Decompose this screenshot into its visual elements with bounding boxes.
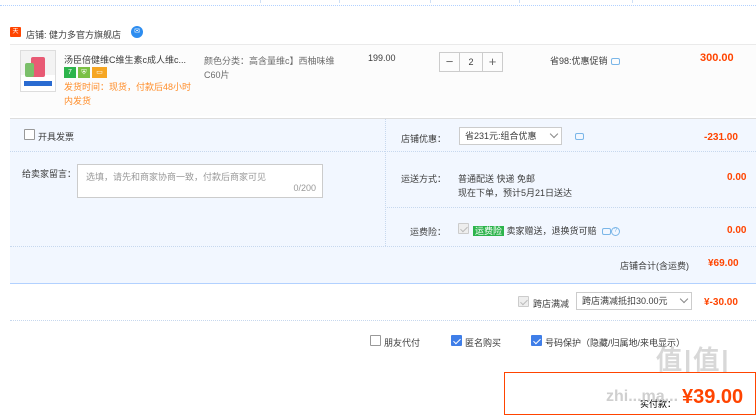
cross-store-checkbox[interactable]: [518, 296, 529, 307]
help-icon[interactable]: ?: [611, 227, 621, 237]
divider: [385, 119, 386, 246]
comment-icon[interactable]: [610, 58, 620, 66]
delivery-method: 普通配送 快递 免邮: [458, 174, 536, 184]
cross-store-label: 跨店满减: [533, 299, 570, 309]
quantity-stepper: − 2 +: [439, 52, 503, 72]
column-header-line: [0, 0, 756, 6]
credit-card-icon: ▭: [92, 67, 107, 78]
number-protect-checkbox[interactable]: [531, 335, 542, 346]
insurance-tag: 运费险: [473, 226, 505, 236]
wangwang-chat-icon[interactable]: ✉: [131, 26, 143, 38]
insurance-checkbox[interactable]: [458, 223, 469, 234]
cross-store-select[interactable]: 跨店满减抵扣30.00元: [576, 292, 692, 310]
seller-message-textarea[interactable]: 选填，请先和商家协商一致，付款后商家可见 0/200: [77, 164, 323, 198]
unit-price: 199.00: [368, 53, 396, 63]
shop-name-link[interactable]: 店铺: 健力多官方旗舰店: [26, 28, 121, 41]
divider: [385, 151, 756, 152]
cross-store-selected: 跨店满减抵扣30.00元: [582, 296, 668, 306]
watermark-text: zhi...ma...: [606, 388, 679, 405]
comment-icon[interactable]: [575, 133, 584, 140]
divider: [10, 151, 385, 152]
discount-value: -231.00: [704, 132, 738, 143]
friend-pay-checkbox[interactable]: [370, 335, 381, 346]
chevron-down-icon: [679, 294, 689, 304]
invoice-label: 开具发票: [38, 132, 75, 142]
final-amount: ¥39.00: [682, 386, 744, 408]
increase-quantity-button[interactable]: +: [482, 52, 503, 72]
cross-store-value: ¥-30.00: [704, 297, 738, 308]
shipping-time-note: 发货时间：现货，付款后48小时内发货: [64, 82, 192, 106]
divider: [10, 320, 756, 321]
shop-total-label: 店铺合计(含运费): [620, 261, 689, 271]
item-subtotal: 300.00: [700, 52, 734, 64]
anonymous-label: 匿名购买: [465, 338, 502, 348]
insurance-label: 运费险：: [410, 227, 447, 237]
delivery-value: 0.00: [727, 172, 747, 183]
friend-pay-label: 朋友代付: [384, 338, 421, 348]
delivery-label: 运送方式：: [401, 174, 447, 184]
promo-info: 省98:优惠促销: [550, 54, 620, 67]
chevron-down-icon: [549, 129, 559, 139]
insurance-text: 卖家赠送，退换货可赔: [506, 226, 597, 236]
sku-info: 颜色分类：高含量维c】西柚味维C60片: [204, 56, 335, 80]
discount-selected: 省231元:组合优惠: [465, 131, 537, 141]
memo-counter: 0/200: [293, 183, 316, 193]
delivery-eta: 现在下单，预计5月21日送达: [458, 188, 573, 198]
invoice-checkbox[interactable]: [24, 129, 35, 140]
discount-label: 店铺优惠：: [401, 134, 447, 144]
decrease-quantity-button[interactable]: −: [439, 52, 460, 72]
memo-label: 给卖家留言：: [22, 169, 77, 179]
tmall-icon: 天猫: [10, 27, 21, 45]
quantity-input[interactable]: 2: [460, 52, 482, 72]
shield-icon: ⛨: [78, 67, 90, 78]
product-thumbnail[interactable]: [20, 50, 56, 92]
divider: [385, 207, 756, 208]
shop-total-value: ¥69.00: [708, 258, 739, 269]
discount-select[interactable]: 省231元:组合优惠: [459, 127, 562, 145]
anonymous-checkbox[interactable]: [451, 335, 462, 346]
insurance-value: 0.00: [727, 225, 747, 236]
comment-icon[interactable]: [602, 228, 612, 236]
memo-placeholder: 选填，请先和商家协商一致，付款后商家可见: [86, 172, 267, 182]
promo-text: 省98:优惠促销: [550, 56, 608, 66]
seven-day-return-icon: 7: [64, 67, 76, 78]
product-title-link[interactable]: 汤臣倍健维C维生素c成人维c...: [64, 53, 199, 66]
insurance-info: 运费险 卖家赠送，退换货可赔 ?: [473, 224, 621, 237]
service-badges: 7 ⛨ ▭: [64, 66, 109, 78]
